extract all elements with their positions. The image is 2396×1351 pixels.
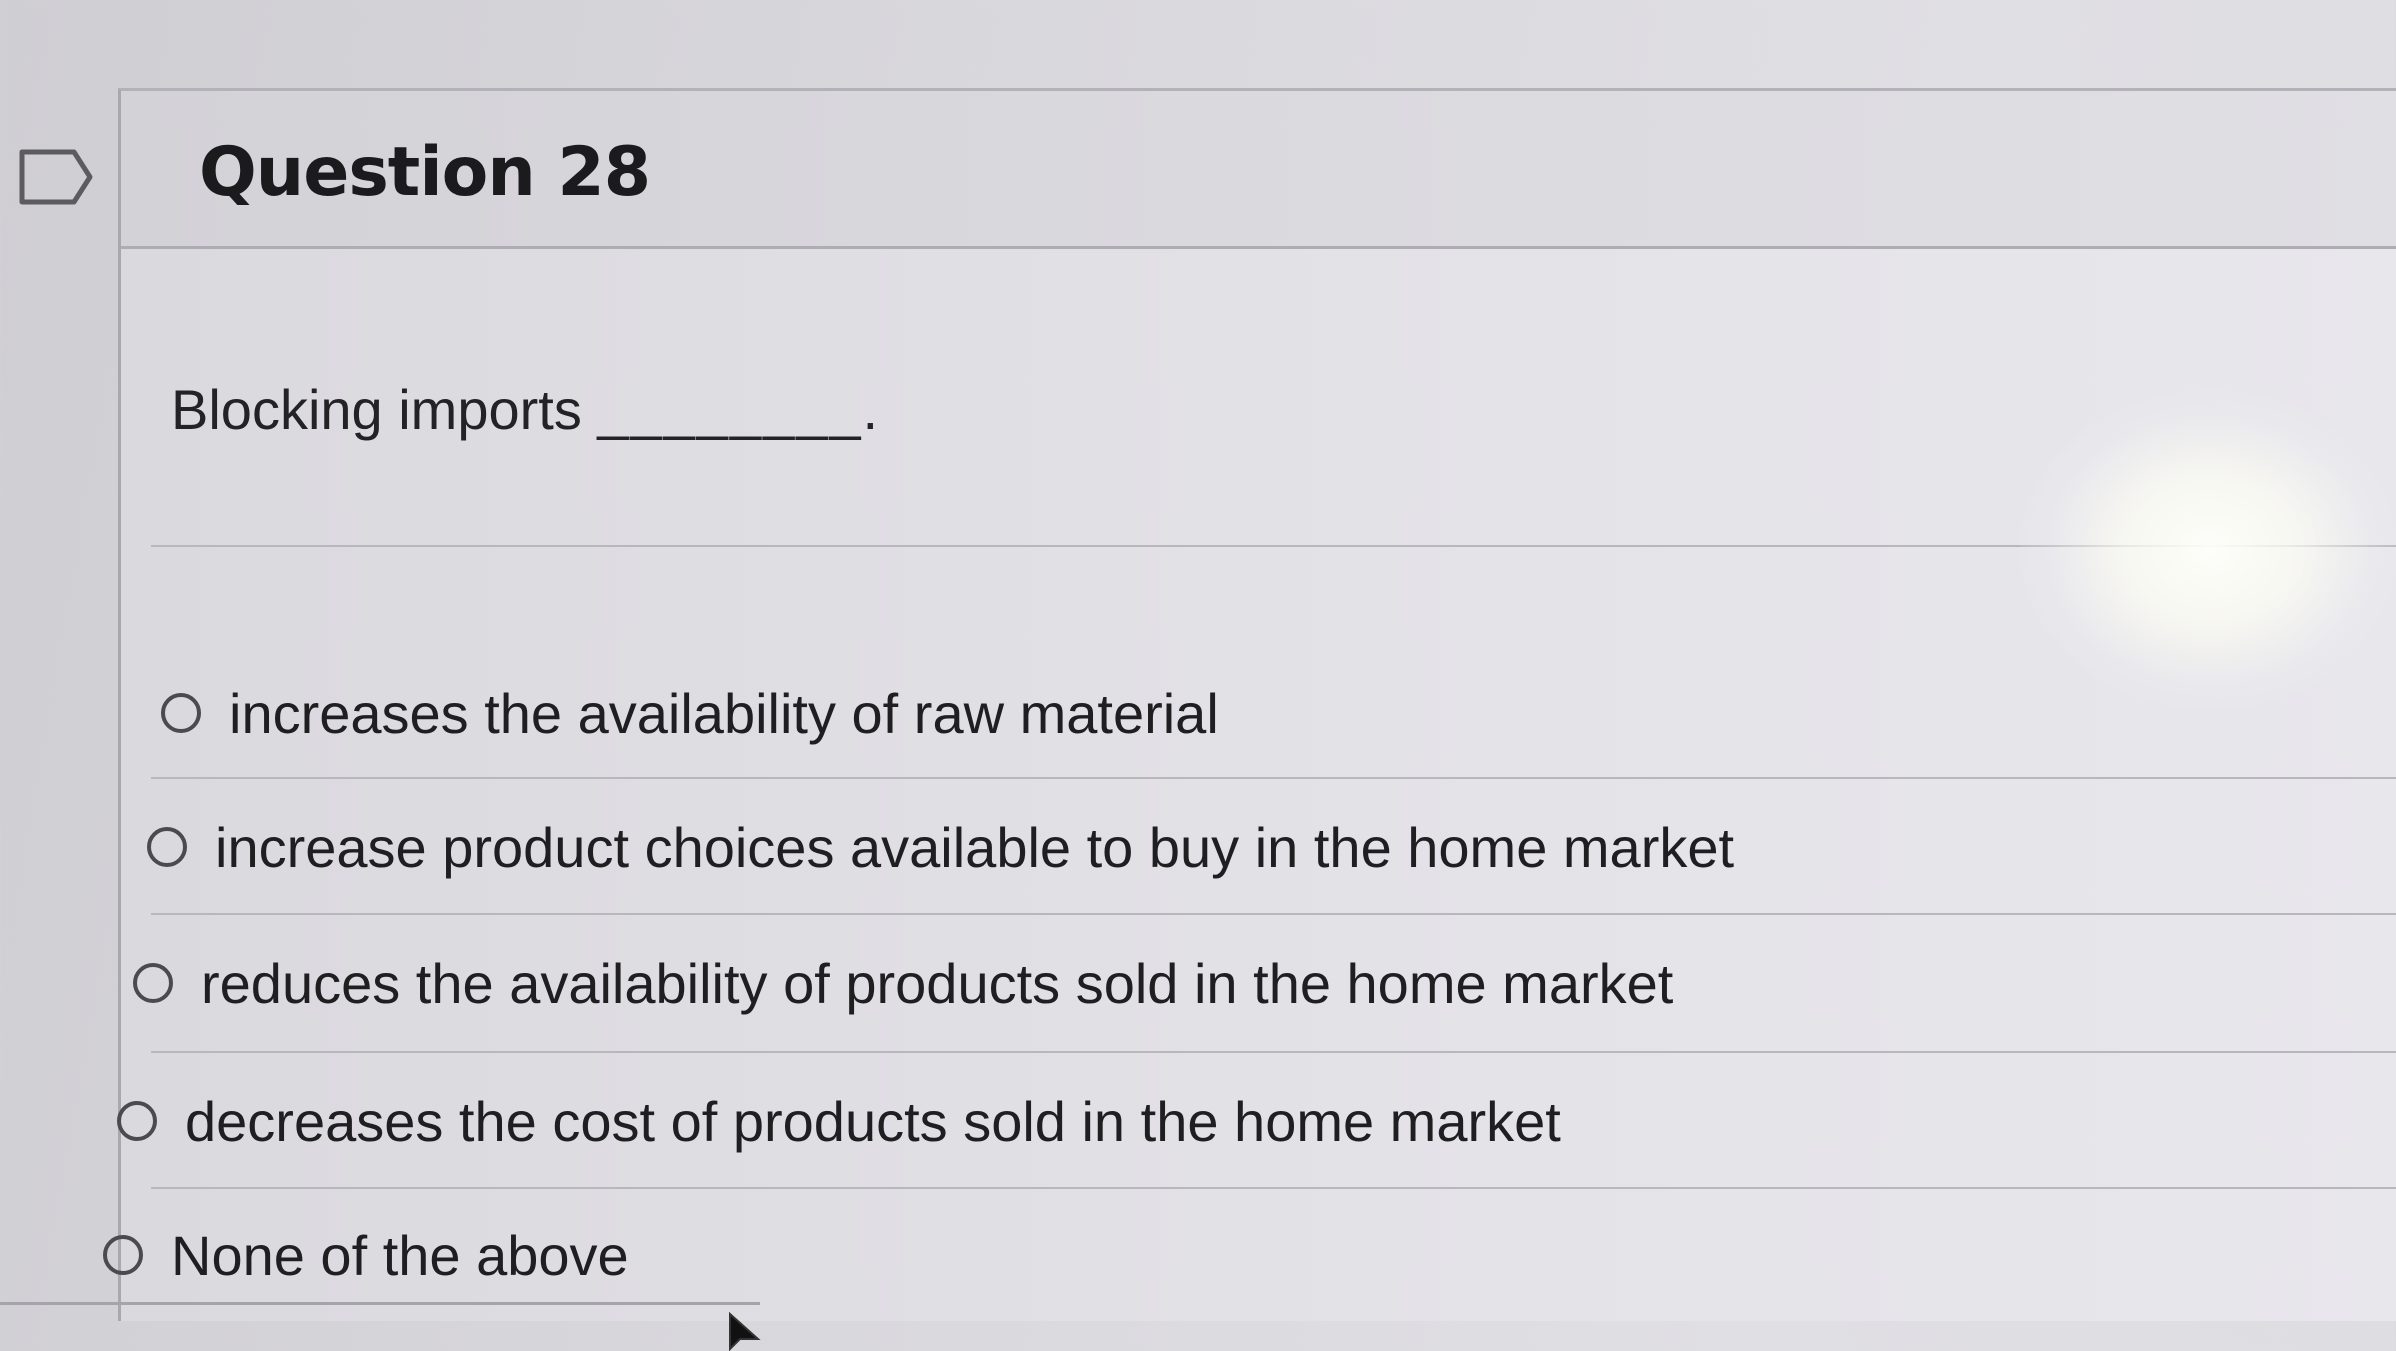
question-prompt-text: Blocking imports xyxy=(171,378,582,441)
question-blank: ________. xyxy=(597,378,881,441)
answer-option-label: None of the above xyxy=(171,1223,629,1287)
answer-option-1[interactable]: increases the availability of raw materi… xyxy=(161,673,1219,753)
mouse-cursor-icon xyxy=(729,1312,761,1351)
radio-icon[interactable] xyxy=(103,1235,143,1275)
radio-icon[interactable] xyxy=(117,1101,157,1141)
question-prompt: Blocking imports ________. xyxy=(171,377,880,442)
quiz-screen: Question 28 Blocking imports ________. i… xyxy=(0,0,2396,1351)
radio-icon[interactable] xyxy=(161,693,201,733)
question-panel: Question 28 Blocking imports ________. i… xyxy=(103,88,2396,1321)
divider xyxy=(151,1187,2396,1189)
answer-option-3[interactable]: reduces the availability of products sol… xyxy=(133,943,1673,1023)
divider xyxy=(151,545,2396,547)
answer-option-label: increase product choices available to bu… xyxy=(215,815,1735,879)
answer-option-label: reduces the availability of products sol… xyxy=(201,951,1674,1015)
divider xyxy=(151,777,2396,779)
answer-option-label: decreases the cost of products sold in t… xyxy=(185,1089,1561,1153)
answer-option-4[interactable]: decreases the cost of products sold in t… xyxy=(117,1081,1561,1161)
question-title: Question 28 xyxy=(199,133,651,212)
answer-option-2[interactable]: increase product choices available to bu… xyxy=(147,807,1734,887)
panel-bottom-border xyxy=(0,1302,760,1305)
answer-option-5[interactable]: None of the above xyxy=(103,1215,629,1295)
divider xyxy=(151,1051,2396,1053)
radio-icon[interactable] xyxy=(133,963,173,1003)
divider xyxy=(151,913,2396,915)
answer-option-label: increases the availability of raw materi… xyxy=(229,681,1219,745)
flag-icon[interactable] xyxy=(16,146,96,208)
radio-icon[interactable] xyxy=(147,827,187,867)
question-header: Question 28 xyxy=(121,91,2396,249)
